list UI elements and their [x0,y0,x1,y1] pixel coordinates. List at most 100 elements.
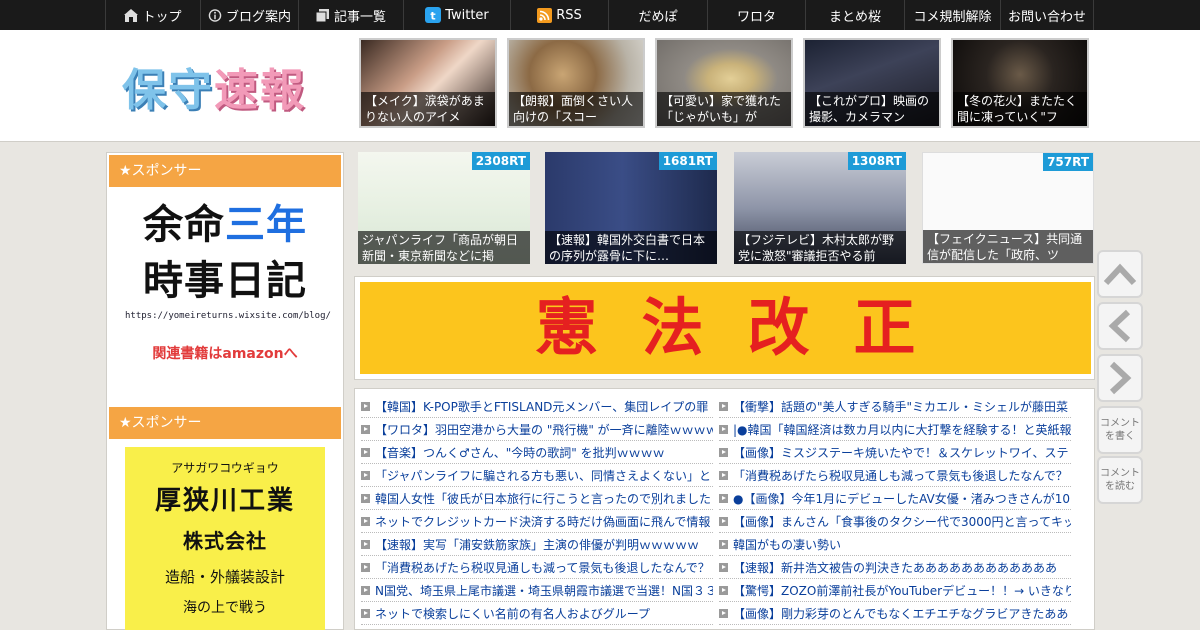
arrow-bullet-icon [361,447,370,457]
thumb-caption: 【冬の花火】またたく間に凍っていく"フ [953,92,1087,126]
arrow-bullet-icon [719,562,728,572]
news-item[interactable]: 「消費税あげたら税収見通しも減って景気も後退したなんで？ [719,464,1071,487]
arrow-bullet-icon [361,608,370,618]
news-item[interactable]: 【画像】まんさん「食事後のタクシー代で3000円と言ってキッ [719,510,1071,533]
news-item[interactable]: 【衝撃】話題の"美人すぎる騎手"ミカエル・ミシェルが藤田菜 [719,395,1071,418]
rt-thumb[interactable]: 1681RT 【速報】韓国外交白書で日本の序列が露骨に下に… [545,152,717,264]
thumb-caption: 【速報】韓国外交白書で日本の序列が露骨に下に… [545,231,717,264]
arrow-bullet-icon [361,585,370,595]
news-item-title: 【画像】ミスジステーキ焼いたやで！＆スケレットワイ、ステ [733,445,1069,460]
news-item-title: ●【画像】今年1月にデビューしたAV女優・渚みつきさんが10ヶ [733,491,1071,506]
news-item[interactable]: 【ワロタ】羽田空港から大量の "飛行機" が一斉に離陸ｗｗｗｗ [361,418,713,441]
nav-twitter[interactable]: t Twitter [403,0,510,30]
news-item[interactable]: 韓国がもの凄い勢い [719,533,1071,556]
site-header: 保守速報 【メイク】涙袋があまりない人のアイメ 【朗報】面倒くさい人向けの「スコ… [0,30,1200,142]
news-item[interactable]: ネットでクレジットカード決済する時だけ偽画面に飛んで情報 [361,510,713,533]
news-item[interactable]: 「ジャパンライフに騙される方も悪い、同情さえよくない」と [361,464,713,487]
arrow-bullet-icon [361,424,370,434]
news-item-title: 【速報】実写「浦安鉄筋家族」主演の俳優が判明ｗｗｗｗｗ [375,537,700,552]
sponsor-heading: ★スポンサー [109,407,341,439]
nav-article-list[interactable]: 記事一覧 [298,0,403,30]
news-item[interactable]: 【速報】新井浩文被告の判決きたああああああああああああ [719,556,1071,579]
news-item[interactable]: ネットで検索しにくい名前の有名人およびグループ [361,602,713,625]
news-item[interactable]: 【音楽】つんく♂さん、"今時の歌詞" を批判ｗｗｗｗ [361,441,713,464]
next-article-button[interactable] [1097,354,1143,402]
nav-matome-sakura[interactable]: まとめ桜 [805,0,904,30]
news-item[interactable]: 【画像】ミスジステーキ焼いたやで！＆スケレットワイ、ステ [719,441,1071,464]
rt-thumb[interactable]: 1308RT 【フジテレビ】木村太郎が野党に激怒"審議拒否やる前 [734,152,906,264]
rss-icon [537,7,553,23]
thumb-caption: 【フェイクニュース】共同通信が配信した「政府、ツ [923,230,1093,263]
news-column-left: 【韓国】K-POP歌手とFTISLAND元メンバー、集団レイプの罪【ワロタ】羽田… [361,395,713,625]
header-thumb[interactable]: 【メイク】涙袋があまりない人のアイメ [359,38,497,128]
news-item-title: N国党、埼玉県上尾市議選・埼玉県朝霞市議選で当選！N国３３ [375,583,713,598]
arrow-bullet-icon [719,608,728,618]
news-item[interactable]: 「消費税あげたら税収見通しも減って景気も後退したなんで？ [361,556,713,579]
thumb-caption: 【フジテレビ】木村太郎が野党に激怒"審議拒否やる前 [734,231,906,264]
prev-article-button[interactable] [1097,302,1143,350]
news-item-title: |●韓国「韓国経済は数カ月以内に大打撃を経験する！と英紙報 [733,422,1071,437]
nav-contact[interactable]: お問い合わせ [1000,0,1094,30]
site-logo[interactable]: 保守速報 [122,54,306,118]
thumb-caption: 【朗報】面倒くさい人向けの「スコー [509,92,643,126]
kenpo-kaisei-banner[interactable]: 憲法改正 [354,276,1095,380]
news-item[interactable]: 韓国人女性「彼氏が日本旅行に行こうと言ったので別れました [361,487,713,510]
header-thumb[interactable]: 【可愛い】家で獲れた「じゃがいも」が [655,38,793,128]
nav-home[interactable]: トップ [105,0,200,30]
arrow-bullet-icon [361,493,370,503]
news-item-title: 【音楽】つんく♂さん、"今時の歌詞" を批判ｗｗｗｗ [375,445,665,460]
news-item[interactable]: N国党、埼玉県上尾市議選・埼玉県朝霞市議選で当選！N国３３ [361,579,713,602]
news-list: 【韓国】K-POP歌手とFTISLAND元メンバー、集団レイプの罪【ワロタ】羽田… [354,388,1095,630]
arrow-bullet-icon [719,470,728,480]
info-icon [208,8,222,22]
svg-text:t: t [431,10,436,23]
news-item[interactable]: |●韓国「韓国経済は数カ月以内に大打撃を経験する！と英紙報 [719,418,1071,441]
home-icon [124,8,139,22]
news-item-title: 【画像】剛力彩芽のとんでもなくエチエチなグラビアきたああ [733,606,1069,621]
scroll-top-button[interactable] [1097,250,1143,298]
news-column-right: 【衝撃】話題の"美人すぎる騎手"ミカエル・ミシェルが藤田菜 |●韓国「韓国経済は数… [719,395,1071,625]
arrow-bullet-icon [719,539,728,549]
thumb-caption: 【これがプロ】映画の撮影、カメラマン [805,92,939,126]
nav-blog-info[interactable]: ブログ案内 [200,0,298,30]
read-comment-button[interactable]: コメントを読む [1097,456,1143,504]
news-item[interactable]: 【驚愕】ZOZO前澤前社長がYouTuberデビュー！！→ いきなり [719,579,1071,602]
arrow-bullet-icon [719,424,728,434]
news-item[interactable]: 【画像】剛力彩芽のとんでもなくエチエチなグラビアきたああ [719,602,1071,625]
news-item[interactable]: 【韓国】K-POP歌手とFTISLAND元メンバー、集団レイプの罪 [361,395,713,418]
arrow-bullet-icon [719,516,728,526]
nav-damepo[interactable]: だめぽ [608,0,707,30]
rt-thumb[interactable]: 2308RT ジャパンライフ「商品が朝日新聞・東京新聞などに掲 [358,152,530,264]
news-item-title: 【速報】新井浩文被告の判決きたああああああああああああ [733,560,1058,575]
rt-count-badge: 757RT [1043,153,1093,171]
rt-thumb[interactable]: 757RT 【フェイクニュース】共同通信が配信した「政府、ツ [922,152,1094,264]
news-item-title: 【ワロタ】羽田空港から大量の "飛行機" が一斉に離陸ｗｗｗｗ [375,422,713,437]
rt-count-badge: 2308RT [471,152,530,170]
nav-rss[interactable]: RSS [510,0,608,30]
arrow-bullet-icon [719,447,728,457]
news-item-title: 韓国がもの凄い勢い [733,537,842,552]
ad-asagawa-kogyo[interactable]: アサガワコウギョウ 厚狭川工業 株式会社 造船・外艤装設計 海の上で戦う [125,447,325,630]
list-icon [315,8,329,22]
arrow-bullet-icon [361,539,370,549]
sidebar: ★スポンサー 余命三年 時事日記 https://yomeireturns.wi… [106,152,344,630]
amazon-link[interactable]: 関連書籍はamazonへ [125,343,325,363]
header-thumb[interactable]: 【朗報】面倒くさい人向けの「スコー [507,38,645,128]
news-item-title: ネットでクレジットカード決済する時だけ偽画面に飛んで情報 [375,514,711,529]
arrow-bullet-icon [361,562,370,572]
news-item[interactable]: ●【画像】今年1月にデビューしたAV女優・渚みつきさんが10ヶ [719,487,1071,510]
header-thumb[interactable]: 【冬の花火】またたく間に凍っていく"フ [951,38,1089,128]
nav-comment-unblock[interactable]: コメ規制解除 [904,0,1000,30]
news-item[interactable]: 【速報】実写「浦安鉄筋家族」主演の俳優が判明ｗｗｗｗｗ [361,533,713,556]
ad-yomei-sannen[interactable]: 余命三年 時事日記 https://yomeireturns.wixsite.c… [125,197,331,363]
rt-count-badge: 1681RT [658,152,717,170]
thumb-caption: ジャパンライフ「商品が朝日新聞・東京新聞などに掲 [358,231,530,264]
news-item-title: 「ジャパンライフに騙される方も悪い、同情さえよくない」と [375,468,712,483]
news-item-title: 【画像】まんさん「食事後のタクシー代で3000円と言ってキッ [733,514,1071,529]
arrow-bullet-icon [361,470,370,480]
twitter-icon: t [425,7,442,23]
nav-warota[interactable]: ワロタ [707,0,805,30]
header-thumb[interactable]: 【これがプロ】映画の撮影、カメラマン [803,38,941,128]
write-comment-button[interactable]: コメントを書く [1097,406,1143,454]
chevron-right-icon [1109,361,1132,395]
